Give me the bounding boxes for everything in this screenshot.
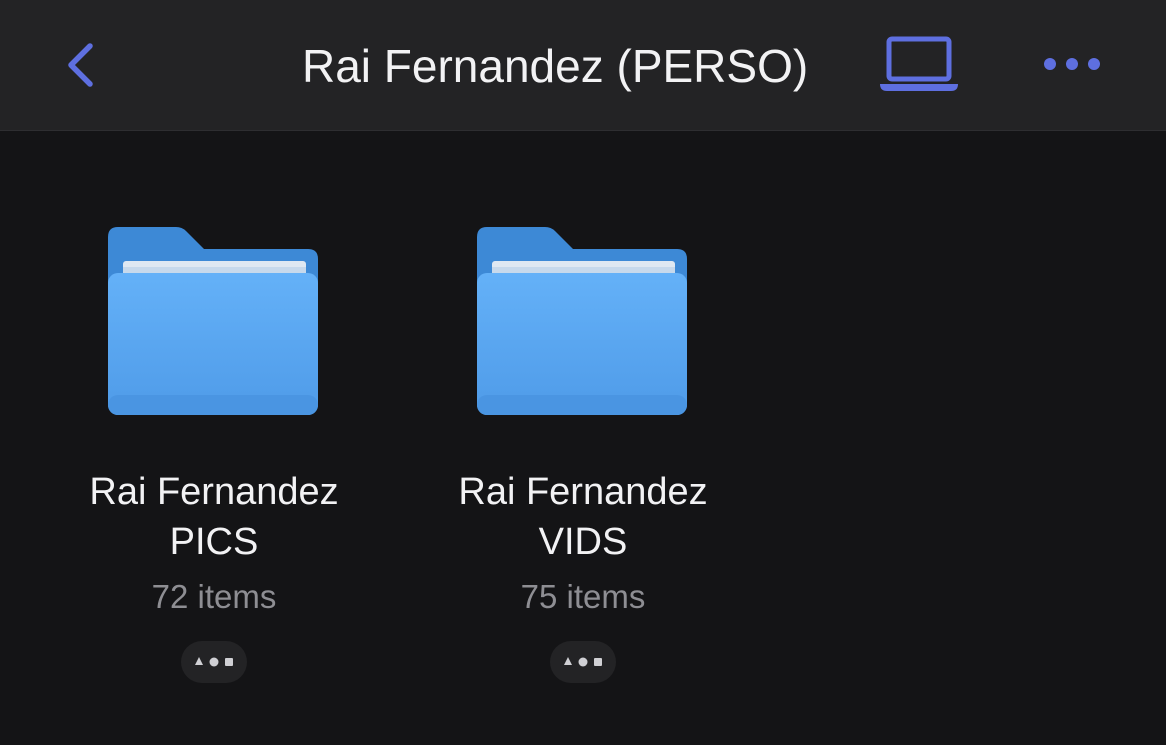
- folder-item-count: 75 items: [520, 578, 646, 615]
- folder-icon[interactable]: [477, 225, 689, 417]
- folder-item-count: 72 items: [151, 578, 277, 615]
- folder-name-line1: Rai Fernandez: [458, 471, 708, 513]
- device-button[interactable]: [876, 34, 962, 96]
- folder-icon[interactable]: [108, 225, 320, 417]
- folder-menu-button[interactable]: [181, 641, 247, 683]
- ellipsis-icon: [195, 657, 233, 667]
- folder-name-line2: PICS: [169, 521, 259, 563]
- page-title: Rai Fernandez (PERSO): [302, 40, 809, 92]
- chevron-left-icon: [68, 43, 93, 87]
- back-button[interactable]: [58, 38, 108, 92]
- folder-name-line1: Rai Fernandez: [89, 471, 339, 513]
- folder-item-vids[interactable]: Rai Fernandez VIDS 75 items: [418, 131, 748, 711]
- more-options-button[interactable]: [1034, 46, 1110, 82]
- folder-name-line2: VIDS: [538, 521, 628, 563]
- laptop-icon: [880, 36, 958, 91]
- folder-item-pics[interactable]: Rai Fernandez PICS 72 items: [49, 131, 379, 711]
- ellipsis-icon: [564, 657, 602, 667]
- folder-name: Rai Fernandez PICS: [49, 467, 379, 567]
- folder-grid: Rai Fernandez PICS 72 items Rai Fernande…: [0, 131, 1166, 745]
- ellipsis-icon: [1044, 58, 1100, 70]
- navigation-bar: Rai Fernandez (PERSO): [0, 0, 1166, 131]
- folder-name: Rai Fernandez VIDS: [418, 467, 748, 567]
- folder-menu-button[interactable]: [550, 641, 616, 683]
